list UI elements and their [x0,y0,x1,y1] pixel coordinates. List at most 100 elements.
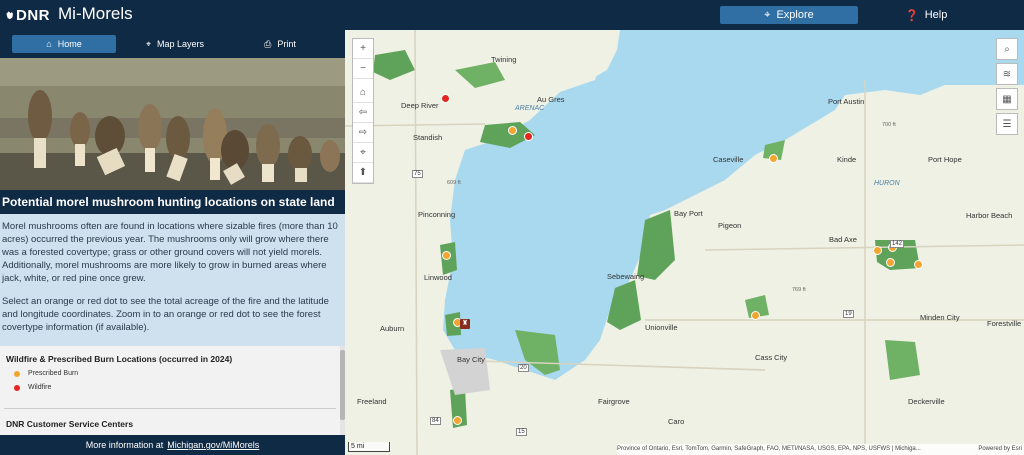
locate-button[interactable]: ⌖ [353,143,373,163]
county-label: ARENAC [515,105,545,112]
service-center-marker[interactable]: ♜ [460,319,470,329]
place-label: Deep River [401,101,439,110]
road-shield: 142 [890,240,905,248]
panel-heading: Potential morel mushroom hunting locatio… [0,190,345,214]
place-label: Bad Axe [829,235,857,244]
basemap-gallery-button[interactable]: ▦ [996,88,1018,110]
top-bar: DNR Mi-Morels ⌖ Explore ❓ Help [0,0,1024,30]
legend-prescribed-burn: Prescribed Burn [14,370,78,377]
prescribed-burn-marker[interactable] [873,246,882,255]
home-icon: ⌂ [359,87,367,98]
legend-burn-title: Wildfire & Prescribed Burn Locations (oc… [6,354,233,364]
layers-button[interactable]: ≋ [996,63,1018,85]
panel-footer: More information at Michigan.gov/MiMorel… [0,435,345,455]
crosshair-icon: ⌖ [360,147,366,158]
left-panel: ⌂ Home ⌖ Map Layers ⎙ Print Potential mo… [0,30,345,455]
prescribed-burn-marker[interactable] [453,416,462,425]
dnr-logo[interactable]: DNR [4,3,50,27]
tab-print[interactable]: ⎙ Print [250,35,310,53]
powered-by-esri[interactable]: Powered by Esri [978,444,1022,455]
prescribed-burn-marker[interactable] [442,251,451,260]
logo-text: DNR [16,6,50,24]
wildfire-marker[interactable] [524,132,533,141]
tab-map-layers[interactable]: ⌖ Map Layers [130,35,220,53]
search-icon: ⌕ [1004,43,1010,55]
tab-print-label: Print [277,39,296,49]
place-label: Linwood [424,273,452,282]
prescribed-burn-marker[interactable] [508,126,517,135]
place-label: Bay City [457,355,485,364]
place-label: Port Hope [928,155,962,164]
place-label: Port Austin [828,97,865,106]
road-shield: 20 [518,364,529,372]
map-view[interactable]: ♜ Twining Deep River Au Gres Standish Po… [345,30,1024,455]
grid-icon: ▦ [1002,93,1012,105]
road-shield: 84 [430,417,441,425]
wildfire-marker[interactable] [441,94,450,103]
place-label: Auburn [380,324,405,333]
legend-service-centers-title: DNR Customer Service Centers [6,419,134,429]
question-icon: ❓ [905,9,919,22]
road-shield: 19 [843,310,854,318]
help-label: Help [924,9,948,21]
place-label: Caseville [713,155,744,164]
legend-button[interactable]: ☰ [996,113,1018,135]
place-label: Freeland [357,397,387,406]
tab-map-layers-label: Map Layers [157,39,205,49]
county-label: HURON [874,180,900,187]
list-icon: ☰ [1002,118,1012,130]
explore-label: Explore [776,9,814,21]
wildfire-label: Wildfire [28,384,52,391]
elevation-label: 769 ft [792,287,806,293]
home-icon: ⌂ [46,39,52,49]
tab-home[interactable]: ⌂ Home [12,35,116,53]
next-extent-button[interactable]: ⇨ [353,123,373,143]
home-view-button[interactable]: ⌂ [353,83,373,103]
compass-icon: ⬆ [358,167,368,178]
zoom-in-button[interactable]: + [353,39,373,59]
help-button[interactable]: ❓ Help [905,6,965,24]
place-label: Deckerville [908,397,945,406]
morel-mushrooms-image [0,58,345,190]
compass-button[interactable]: ⬆ [353,163,373,183]
prescribed-burn-label: Prescribed Burn [28,370,79,377]
red-dot-icon [14,384,20,391]
description-paragraph-1: Morel mushrooms often are found in locat… [2,221,338,284]
description-paragraph-2: Select an orange or red dot to see the t… [2,296,329,333]
place-label: Pigeon [718,221,742,230]
place-label: Pinconning [418,210,456,219]
place-label: Kinde [837,155,857,164]
prescribed-burn-marker[interactable] [886,258,895,267]
arrow-right-icon: ⇨ [358,127,368,138]
place-label: Cass City [755,353,788,362]
morel-photo [0,58,345,190]
place-label: Twining [491,55,517,64]
attribution-text: Province of Ontario, Esri, TomTom, Garmi… [617,446,921,452]
location-pin-icon: ⌖ [764,8,771,21]
scale-bar: 5 mi [348,442,390,452]
tab-home-label: Home [57,39,82,49]
app-window: DNR Mi-Morels ⌖ Explore ❓ Help ⌂ Home ⌖ … [0,0,1024,455]
place-label: Bay Port [674,209,703,218]
prescribed-burn-marker[interactable] [751,311,760,320]
road-shield: 15 [516,428,527,436]
explore-button[interactable]: ⌖ Explore [720,6,858,24]
place-label: Minden City [920,313,960,322]
footer-prefix: More information at [85,440,164,450]
footer-link[interactable]: Michigan.gov/MiMorels [167,440,259,450]
search-button[interactable]: ⌕ [996,38,1018,60]
map-nav-controls: + − ⌂ ⇦ ⇨ ⌖ ⬆ [352,38,374,184]
app-title: Mi-Morels [58,4,133,23]
previous-extent-button[interactable]: ⇦ [353,103,373,123]
place-label: Au Gres [537,95,565,104]
prescribed-burn-marker[interactable] [914,260,923,269]
zoom-out-button[interactable]: − [353,59,373,79]
elevation-label: 609 ft [447,180,461,186]
prescribed-burn-marker[interactable] [769,154,778,163]
place-label: Caro [668,417,685,426]
place-label: Unionville [645,323,678,332]
map-tools: ⌕ ≋ ▦ ☰ [996,38,1018,138]
michigan-icon [6,11,13,20]
place-label: Forestville [987,319,1022,328]
printer-icon: ⎙ [264,38,272,49]
